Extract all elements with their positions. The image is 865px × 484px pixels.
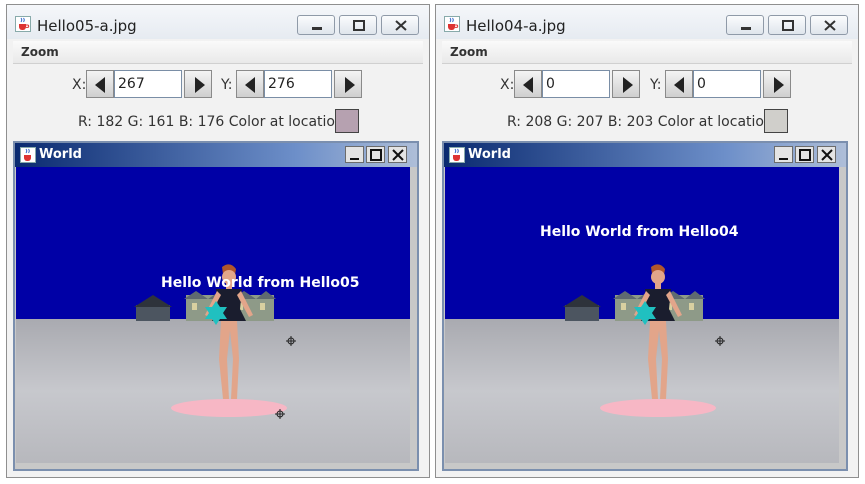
scene-graphics (563, 264, 725, 417)
close-icon (395, 20, 407, 31)
close-button[interactable] (810, 15, 848, 35)
window-titlebar[interactable]: Hello04-a.jpg (436, 5, 858, 39)
world-scene[interactable]: Hello World from Hello04 (445, 167, 839, 463)
maximize-button[interactable] (339, 15, 377, 35)
x-decrement-button[interactable] (86, 70, 114, 98)
image-window-hello04: Hello04-a.jpg Zoom X: Y: R: 208 G: 207 B… (435, 4, 859, 478)
world-frame: World (442, 141, 848, 471)
x-input[interactable] (114, 70, 182, 98)
close-icon (824, 20, 836, 31)
minimize-icon (312, 27, 322, 30)
world-maximize-button[interactable] (366, 146, 385, 163)
world-titlebar[interactable]: World (15, 143, 417, 167)
color-swatch (335, 109, 359, 133)
maximize-icon (782, 20, 794, 31)
window-title: Hello04-a.jpg (466, 17, 566, 35)
arrow-right-icon (623, 77, 633, 93)
pink-pad (600, 399, 716, 417)
image-window-hello05: Hello05-a.jpg Zoom X: Y: R: 182 G: 161 B… (6, 4, 430, 478)
close-button[interactable] (381, 15, 419, 35)
java-coffee-icon (449, 147, 465, 163)
y-decrement-button[interactable] (236, 70, 264, 98)
close-icon (821, 149, 833, 161)
java-coffee-icon (15, 16, 31, 32)
arrow-left-icon (95, 77, 105, 93)
x-increment-button[interactable] (184, 70, 212, 98)
arrow-right-icon (345, 77, 355, 93)
houses (134, 291, 276, 321)
close-icon (392, 149, 404, 161)
arrow-right-icon (774, 77, 784, 93)
y-decrement-button[interactable] (665, 70, 693, 98)
java-coffee-icon (444, 16, 460, 32)
java-coffee-icon (20, 147, 36, 163)
maximize-icon (353, 20, 365, 31)
scene-caption: Hello World from Hello05 (161, 275, 360, 291)
world-close-button[interactable] (817, 146, 836, 163)
x-label: X: (500, 77, 515, 93)
marker-cross (286, 336, 296, 346)
arrow-left-icon (245, 77, 255, 93)
menu-bar: Zoom (13, 41, 423, 64)
y-input[interactable] (264, 70, 332, 98)
world-frame: World (13, 141, 419, 471)
minimize-icon (350, 158, 359, 160)
menu-bar: Zoom (442, 41, 852, 64)
maximize-icon (799, 149, 811, 161)
world-minimize-button[interactable] (774, 146, 793, 163)
world-titlebar[interactable]: World (444, 143, 846, 167)
world-close-button[interactable] (388, 146, 407, 163)
y-increment-button[interactable] (334, 70, 362, 98)
y-increment-button[interactable] (763, 70, 791, 98)
arrow-left-icon (674, 77, 684, 93)
world-minimize-button[interactable] (345, 146, 364, 163)
world-title: World (468, 147, 511, 162)
arrow-left-icon (523, 77, 533, 93)
y-label: Y: (221, 77, 233, 93)
x-input[interactable] (542, 70, 610, 98)
color-readout: R: 182 G: 161 B: 176 Color at location: (78, 114, 349, 130)
y-label: Y: (650, 77, 662, 93)
maximize-icon (370, 149, 382, 161)
x-label: X: (72, 77, 87, 93)
maximize-button[interactable] (768, 15, 806, 35)
minimize-icon (741, 27, 751, 30)
minimize-button[interactable] (726, 15, 764, 35)
minimize-icon (779, 158, 788, 160)
scene-caption: Hello World from Hello04 (540, 224, 739, 240)
world-maximize-button[interactable] (795, 146, 814, 163)
marker-cross (715, 336, 725, 346)
world-title: World (39, 147, 82, 162)
window-title: Hello05-a.jpg (37, 17, 137, 35)
color-swatch (764, 109, 788, 133)
x-increment-button[interactable] (612, 70, 640, 98)
color-readout: R: 208 G: 207 B: 203 Color at location: (507, 114, 778, 130)
dancer-figure (634, 264, 682, 399)
y-input[interactable] (693, 70, 761, 98)
pink-pad (171, 399, 287, 417)
x-decrement-button[interactable] (514, 70, 542, 98)
menu-zoom[interactable]: Zoom (21, 45, 59, 59)
minimize-button[interactable] (297, 15, 335, 35)
world-scene[interactable]: Hello World from Hello05 (16, 167, 410, 463)
arrow-right-icon (195, 77, 205, 93)
menu-zoom[interactable]: Zoom (450, 45, 488, 59)
window-titlebar[interactable]: Hello05-a.jpg (7, 5, 429, 39)
houses (563, 291, 705, 321)
scene-graphics (134, 264, 296, 419)
